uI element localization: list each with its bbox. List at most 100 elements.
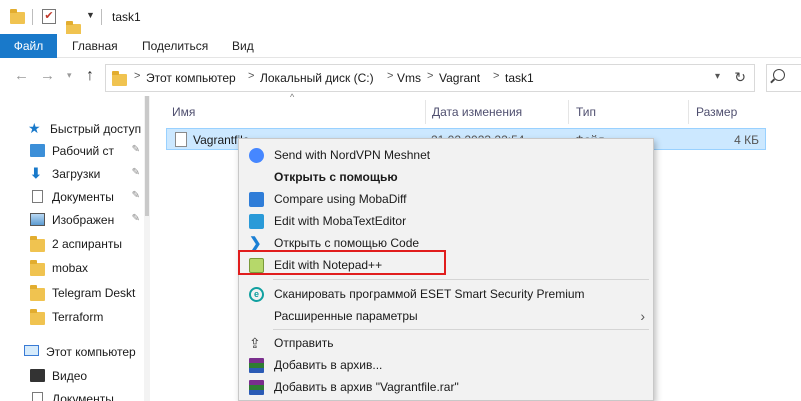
sidebar-item-documents[interactable]: Документы xyxy=(22,388,144,401)
tab-file[interactable]: Файл xyxy=(0,34,57,58)
properties-icon[interactable]: ✔ xyxy=(42,9,56,24)
winrar-icon xyxy=(249,380,264,395)
folder-icon xyxy=(10,9,25,24)
sidebar-item-this-pc[interactable]: Этот компьютер xyxy=(16,341,138,363)
menu-item-add-to-rar[interactable]: Добавить в архив "Vagrantfile.rar" xyxy=(241,376,651,398)
chevron-right-icon[interactable]: > xyxy=(493,70,499,82)
tab-share[interactable]: Поделиться xyxy=(132,34,218,58)
sidebar-item-downloads[interactable]: ⬇ Загрузки ✎ xyxy=(22,163,144,185)
document-icon xyxy=(32,190,43,203)
back-icon[interactable]: ← xyxy=(14,67,29,84)
sidebar-item-label: Документы xyxy=(52,190,114,204)
mobadiff-icon xyxy=(249,192,264,207)
pin-icon: ✎ xyxy=(131,190,140,201)
column-divider[interactable] xyxy=(425,100,426,124)
up-icon[interactable]: ↑ xyxy=(86,67,94,85)
recent-dropdown-icon[interactable]: ▾ xyxy=(67,70,72,81)
sidebar-item-label: Этот компьютер xyxy=(46,345,136,359)
address-bar[interactable]: > Этот компьютер > Локальный диск (C:) >… xyxy=(105,64,755,92)
divider xyxy=(32,9,33,25)
document-icon xyxy=(32,392,43,401)
search-input[interactable] xyxy=(766,64,801,92)
column-header-type[interactable]: Тип xyxy=(576,100,596,124)
menu-item-label: Сканировать программой ESET Smart Securi… xyxy=(274,287,585,301)
sidebar-item-folder[interactable]: Telegram Deskt xyxy=(22,282,144,304)
breadcrumb-item[interactable]: Vms xyxy=(397,71,421,85)
sidebar-item-folder[interactable]: mobax xyxy=(22,257,144,279)
sidebar-item-videos[interactable]: Видео xyxy=(22,365,144,387)
title-bar: ✔ ▼ task1 xyxy=(0,0,801,36)
desktop-icon xyxy=(30,144,45,157)
file-size: 4 КБ xyxy=(734,133,759,147)
menu-item-advanced-options[interactable]: Расширенные параметры › xyxy=(241,305,651,327)
column-header-date[interactable]: Дата изменения xyxy=(432,100,522,124)
sidebar-scrollbar[interactable] xyxy=(144,96,150,401)
sidebar-item-desktop[interactable]: Рабочий ст ✎ xyxy=(22,140,144,162)
breadcrumb-item[interactable]: task1 xyxy=(505,71,534,85)
menu-item-mobadiff[interactable]: Compare using MobaDiff xyxy=(241,188,651,210)
chevron-right-icon: › xyxy=(640,308,645,324)
menu-item-open-with[interactable]: Открыть с помощью xyxy=(241,166,651,188)
computer-icon xyxy=(24,345,39,356)
sidebar-item-pictures[interactable]: Изображен ✎ xyxy=(22,209,144,231)
column-header-size[interactable]: Размер xyxy=(696,100,737,124)
sidebar-item-quick-access[interactable]: ★ Быстрый доступ xyxy=(20,118,142,140)
scrollbar-thumb[interactable] xyxy=(145,96,149,216)
menu-item-nordvpn-meshnet[interactable]: Send with NordVPN Meshnet xyxy=(241,144,651,166)
menu-item-share[interactable]: ⇪ Отправить xyxy=(241,332,651,354)
address-dropdown-icon[interactable]: ▾ xyxy=(715,71,720,82)
tab-view[interactable]: Вид xyxy=(222,34,264,58)
breadcrumb-item[interactable]: Локальный диск (C:) xyxy=(260,71,374,85)
sidebar-item-label: Рабочий ст xyxy=(52,144,115,158)
breadcrumb-item[interactable]: Этот компьютер xyxy=(146,71,236,85)
chevron-right-icon[interactable]: > xyxy=(248,70,254,82)
column-header-name[interactable]: Имя xyxy=(172,100,195,124)
sidebar-item-folder[interactable]: 2 аспиранты xyxy=(22,233,144,255)
search-icon xyxy=(773,69,785,81)
menu-item-add-to-archive[interactable]: Добавить в архив... xyxy=(241,354,651,376)
forward-icon[interactable]: → xyxy=(40,67,55,84)
navigation-pane: ★ Быстрый доступ Рабочий ст ✎ ⬇ Загрузки… xyxy=(0,96,150,401)
sidebar-item-label: Документы xyxy=(52,392,114,401)
menu-item-mobatexteditor[interactable]: Edit with MobaTextEditor xyxy=(241,210,651,232)
menu-item-label: Отправить xyxy=(274,336,334,350)
column-divider[interactable] xyxy=(568,100,569,124)
folder-icon xyxy=(30,309,45,325)
refresh-icon[interactable]: ↻ xyxy=(734,69,746,86)
quick-access-dropdown-icon[interactable]: ▼ xyxy=(86,10,95,20)
folder-icon xyxy=(30,260,45,276)
image-icon xyxy=(30,213,45,226)
sidebar-item-label: Terraform xyxy=(52,310,104,324)
chevron-right-icon[interactable]: > xyxy=(387,70,393,82)
sort-ascending-icon: ^ xyxy=(290,92,295,102)
sidebar-item-documents[interactable]: Документы ✎ xyxy=(22,186,144,208)
menu-item-label: Открыть с помощью Code xyxy=(274,236,420,250)
divider xyxy=(101,9,102,25)
chevron-right-icon[interactable]: > xyxy=(134,70,140,82)
menu-item-label: Добавить в архив "Vagrantfile.rar" xyxy=(274,380,459,394)
chevron-right-icon[interactable]: > xyxy=(427,70,433,82)
menu-item-label: Edit with MobaTextEditor xyxy=(274,214,407,228)
highlight-box xyxy=(238,250,446,275)
menu-item-label: Добавить в архив... xyxy=(274,358,383,372)
folder-icon xyxy=(30,236,45,252)
menu-item-label: Compare using MobaDiff xyxy=(274,192,407,206)
menu-separator xyxy=(273,279,649,280)
sidebar-item-label: Видео xyxy=(52,369,88,383)
sidebar-item-label: Загрузки xyxy=(52,167,101,181)
column-divider[interactable] xyxy=(688,100,689,124)
mobatexteditor-icon xyxy=(249,214,264,229)
menu-item-label: Открыть с помощью xyxy=(274,170,398,184)
sidebar-item-label: 2 аспиранты xyxy=(52,237,122,251)
breadcrumb-item[interactable]: Vagrant xyxy=(439,71,480,85)
folder-icon xyxy=(30,285,45,301)
navigation-bar: ← → ▾ ↑ > Этот компьютер > Локальный дис… xyxy=(0,58,801,96)
menu-item-eset-scan[interactable]: e Сканировать программой ESET Smart Secu… xyxy=(241,283,651,305)
pin-icon: ✎ xyxy=(131,144,140,155)
file-icon xyxy=(175,132,187,147)
tab-home[interactable]: Главная xyxy=(62,34,128,58)
sidebar-item-folder[interactable]: Terraform xyxy=(22,306,144,328)
folder-icon xyxy=(112,71,127,86)
winrar-icon xyxy=(249,358,264,373)
menu-item-label: Расширенные параметры xyxy=(274,309,418,323)
